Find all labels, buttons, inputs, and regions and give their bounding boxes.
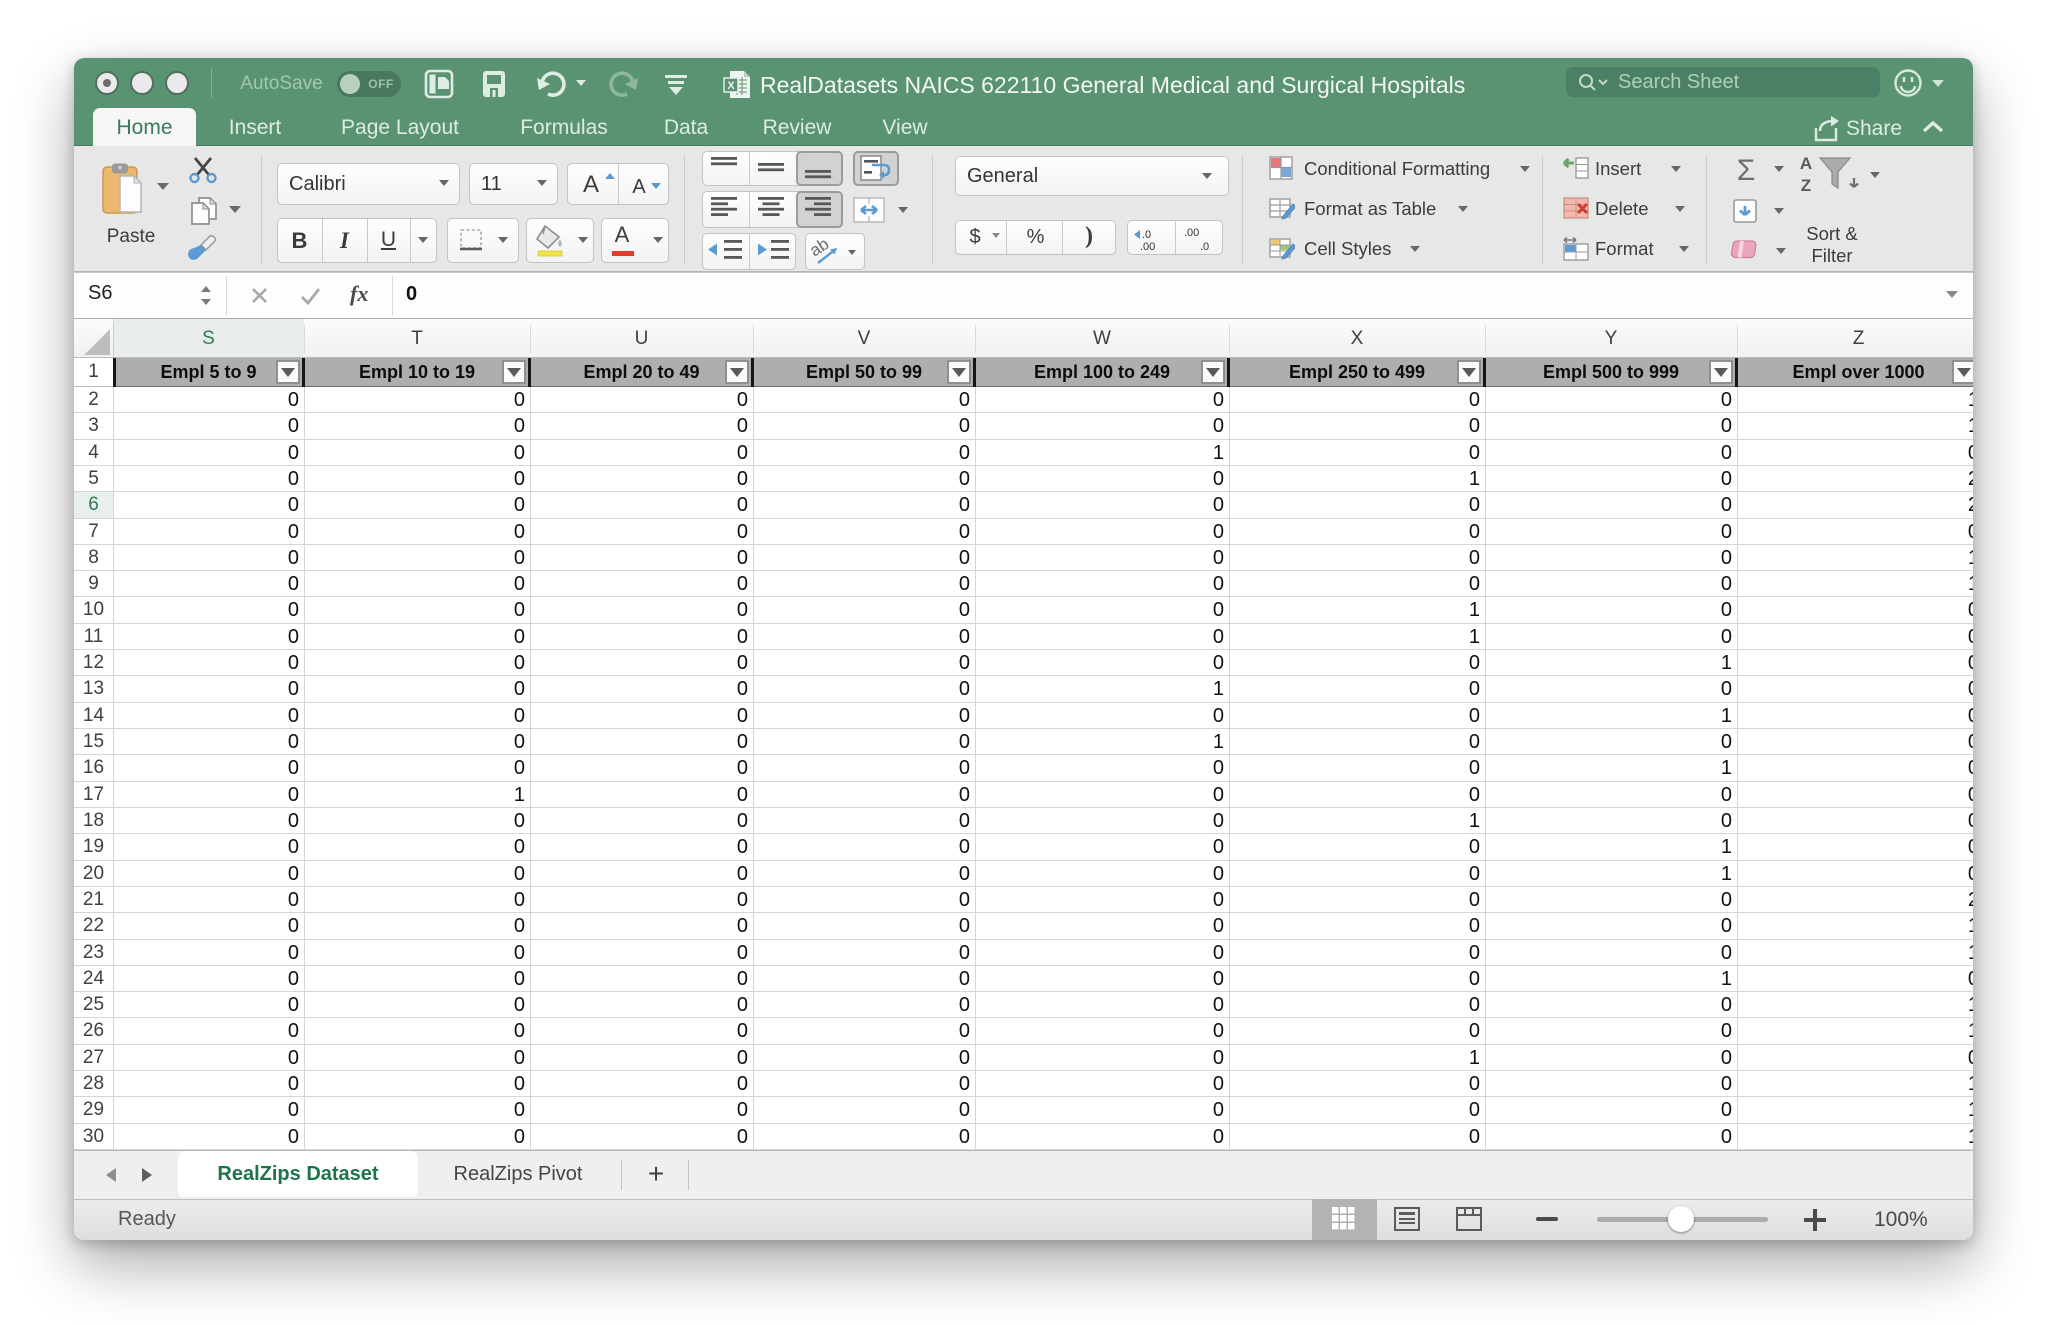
svg-text:.0: .0 [1200, 241, 1209, 252]
svg-text:.0: .0 [1142, 229, 1151, 241]
svg-text:X: X [727, 80, 735, 92]
svg-text:.00: .00 [1184, 227, 1199, 239]
svg-text:ab: ab [810, 237, 832, 260]
svg-text:.00: .00 [1140, 241, 1155, 252]
